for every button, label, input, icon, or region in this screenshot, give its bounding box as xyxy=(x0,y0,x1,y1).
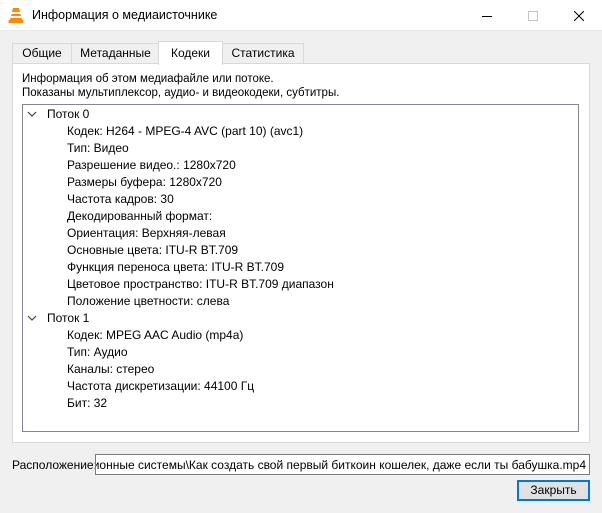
title-bar: Информация о медиаисточнике xyxy=(0,0,602,31)
property-color-space: Цветовое пространство: ITU-R BT.709 диап… xyxy=(67,277,334,291)
codec-tree[interactable]: Поток 0 Кодек: H264 - MPEG-4 AVC (part 1… xyxy=(22,104,579,432)
property-type: Тип: Аудио xyxy=(67,345,128,359)
property-type: Тип: Видео xyxy=(67,141,129,155)
property-buffer-size: Размеры буфера: 1280x720 xyxy=(67,175,222,189)
stream-0-label: Поток 0 xyxy=(47,107,90,121)
location-label: Расположение: xyxy=(12,458,97,472)
tab-codecs[interactable]: Кодеки xyxy=(158,41,223,65)
property-sample-rate: Частота дискретизации: 44100 Гц xyxy=(67,379,255,393)
chevron-down-icon[interactable] xyxy=(27,313,37,323)
property-codec: Кодек: MPEG AAC Audio (mp4a) xyxy=(67,328,244,342)
property-frame-rate: Частота кадров: 30 xyxy=(67,192,174,206)
property-bits: Бит: 32 xyxy=(67,396,108,410)
property-primaries: Основные цвета: ITU-R BT.709 xyxy=(67,243,239,257)
maximize-icon xyxy=(528,10,538,21)
tab-general[interactable]: Общие xyxy=(12,43,72,64)
close-icon xyxy=(574,10,584,21)
stream-1-label: Поток 1 xyxy=(47,311,90,325)
info-text-line-1: Информация об этом медиафайле или потоке… xyxy=(22,73,274,85)
tab-statistics[interactable]: Статистика xyxy=(222,43,304,64)
property-resolution: Разрешение видео.: 1280x720 xyxy=(67,158,236,172)
location-value: lперационные системы\Как создать свой пе… xyxy=(95,458,586,472)
property-transfer: Функция переноса цвета: ITU-R BT.709 xyxy=(67,260,285,274)
property-codec: Кодек: H264 - MPEG-4 AVC (part 10) (avc1… xyxy=(67,124,304,138)
property-decoded-format: Декодированный формат: xyxy=(67,209,213,223)
window-title: Информация о медиаисточнике xyxy=(32,8,218,22)
maximize-button[interactable] xyxy=(510,0,556,31)
property-orientation: Ориентация: Верхняя-левая xyxy=(67,226,226,240)
minimize-icon xyxy=(482,15,492,17)
info-text-line-2: Показаны мультиплексор, аудио- и видеоко… xyxy=(22,87,340,99)
property-channels: Каналы: стерео xyxy=(67,362,155,376)
chevron-down-icon[interactable] xyxy=(27,109,37,119)
codecs-panel: Информация об этом медиафайле или потоке… xyxy=(12,63,590,443)
close-window-button[interactable] xyxy=(556,0,602,31)
vlc-cone-icon xyxy=(8,8,24,23)
minimize-button[interactable] xyxy=(464,0,510,31)
location-field[interactable]: lперационные системы\Как создать свой пе… xyxy=(95,454,590,475)
tab-metadata[interactable]: Метаданные xyxy=(71,43,160,64)
property-chroma-location: Положение цветности: слева xyxy=(67,294,230,308)
close-button[interactable]: Закрыть xyxy=(517,480,590,501)
